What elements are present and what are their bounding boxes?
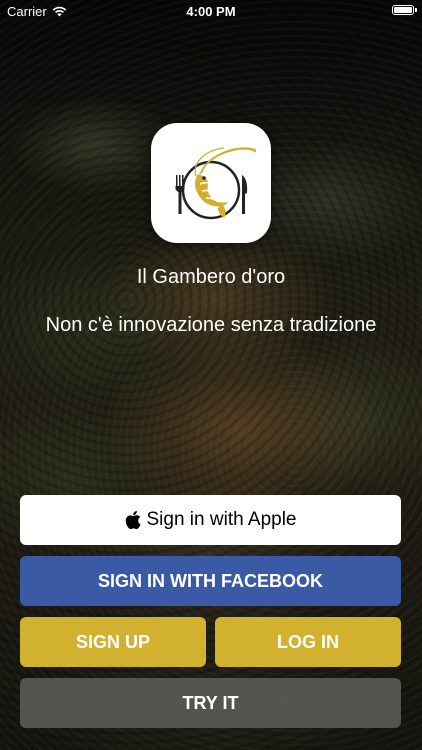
try-it-button[interactable]: TRY IT — [20, 678, 401, 728]
sign-in-facebook-label: SIGN IN WITH FACEBOOK — [98, 570, 323, 591]
apple-icon — [125, 511, 140, 529]
shrimp-logo-icon — [175, 147, 257, 220]
status-bar: Carrier 4:00 PM — [0, 0, 422, 22]
app-logo — [151, 123, 271, 243]
status-time: 4:00 PM — [186, 4, 236, 19]
try-it-label: TRY IT — [182, 692, 239, 713]
sign-up-button[interactable]: SIGN UP — [20, 617, 206, 667]
restaurant-name: Il Gambero d'oro — [136, 266, 286, 288]
sign-up-label: SIGN UP — [75, 631, 150, 652]
slogan: Non c'è innovazione senza tradizione — [45, 314, 377, 336]
sign-in-facebook-button[interactable]: SIGN IN WITH FACEBOOK — [20, 556, 401, 606]
log-in-button[interactable]: LOG IN — [215, 617, 401, 667]
sign-in-apple-label: Sign in with Apple — [146, 509, 297, 530]
battery-icon — [392, 5, 417, 15]
sign-in-apple-button[interactable]: Sign in with Apple — [20, 495, 401, 545]
log-in-label: LOG IN — [277, 631, 339, 652]
